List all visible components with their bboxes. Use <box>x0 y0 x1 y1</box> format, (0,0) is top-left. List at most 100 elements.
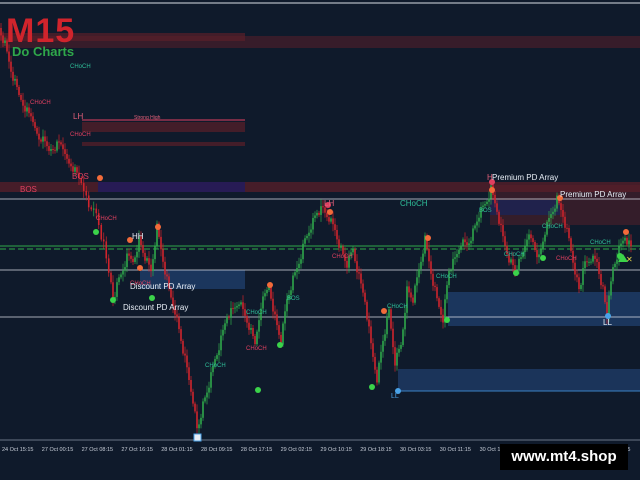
candle-body <box>630 240 632 247</box>
candle-body <box>192 391 194 404</box>
candle-body <box>40 139 42 142</box>
candle-body <box>274 311 276 315</box>
candle-body <box>622 240 624 244</box>
swing-high-dot <box>425 235 431 241</box>
candle-body <box>232 308 234 310</box>
candle-body <box>90 207 93 210</box>
candle-body <box>454 257 456 259</box>
candle-body <box>316 212 318 216</box>
candle-body <box>58 141 60 143</box>
candle-body <box>386 316 388 335</box>
candle-body <box>248 322 250 330</box>
candle-body <box>204 397 206 402</box>
candle-body <box>118 277 120 283</box>
candle-body <box>388 309 390 317</box>
premium-zone <box>82 142 245 146</box>
x-tick-label: 29 Oct 02:15 <box>281 447 313 453</box>
premium-zone <box>82 122 245 132</box>
candle-body <box>236 306 238 308</box>
candle-body <box>64 149 66 154</box>
candle-body <box>206 392 208 398</box>
candle-body <box>46 141 48 147</box>
candle-body <box>308 232 310 236</box>
candle-body <box>256 331 258 345</box>
candle-body <box>374 356 376 370</box>
candle-body <box>200 417 202 425</box>
candle-body <box>18 86 20 95</box>
candle-body <box>50 149 52 151</box>
x-tick-label: 27 Oct 16:15 <box>121 447 152 453</box>
candle-body <box>430 261 432 274</box>
candle-body <box>582 268 584 285</box>
candle-body <box>560 203 562 210</box>
candle-body <box>210 372 212 388</box>
candle-body <box>550 214 552 218</box>
shop-link[interactable]: www.mt4.shop <box>500 444 628 470</box>
candle-body <box>602 285 604 287</box>
x-tick-label: 24 Oct 15:15 <box>2 447 34 453</box>
candle-body <box>502 225 504 237</box>
candle-body <box>148 258 150 265</box>
x-tick-label: 30 Oct 03:15 <box>400 447 432 453</box>
candle-body <box>478 217 480 222</box>
bos-label: BOS <box>479 208 492 214</box>
candle-body <box>220 335 222 351</box>
candle-body <box>22 99 24 106</box>
swing-low-dot <box>110 297 116 303</box>
premium-zone-core <box>490 200 560 215</box>
candle-body <box>394 347 396 366</box>
candle-body <box>186 355 188 368</box>
x-tick-label: 27 Oct 08:15 <box>82 447 114 453</box>
candle-body <box>402 329 404 345</box>
candle-body <box>266 290 268 294</box>
candle-body <box>626 237 628 245</box>
candle-body <box>482 205 484 208</box>
candle-body <box>334 224 336 230</box>
candle-body <box>598 262 600 275</box>
candle-body <box>592 255 594 262</box>
swing-high-dot <box>623 229 629 235</box>
premium-pd-array-label: Premium PD Array <box>560 190 626 199</box>
candle-body <box>408 286 410 293</box>
candle-body <box>302 243 304 260</box>
candle-body <box>586 261 588 263</box>
candle-body <box>460 245 462 250</box>
candle-body <box>318 212 320 215</box>
candle-body <box>566 227 568 229</box>
candle-body <box>252 328 254 337</box>
candle-body <box>368 319 370 327</box>
candle-body <box>120 274 122 278</box>
candle-body <box>500 223 502 226</box>
low-marker <box>193 433 202 442</box>
candle-body <box>576 274 578 278</box>
candle-body <box>62 144 64 150</box>
swing-low-dot <box>277 342 283 348</box>
candle-body <box>380 351 382 363</box>
candle-body <box>152 259 154 272</box>
candle-body <box>100 225 103 240</box>
price-marker: ✕ <box>626 255 633 264</box>
swing-low-dot <box>540 255 546 261</box>
discount-pd-array-label: Discount PD Array <box>130 282 195 291</box>
candle-body <box>568 228 570 239</box>
candle-body <box>610 281 612 296</box>
candle-body <box>420 261 422 270</box>
candle-body <box>194 403 196 412</box>
choch-label: CHoCH <box>590 240 611 246</box>
candle-body <box>474 225 476 229</box>
candle-body <box>208 387 210 393</box>
candle-body <box>30 113 32 117</box>
choch-label: CHoCH <box>246 346 267 352</box>
candle-body <box>476 221 478 226</box>
candle-body <box>226 316 228 324</box>
candle-body <box>532 238 534 242</box>
candle-body <box>514 265 516 271</box>
candle-body <box>70 163 72 167</box>
candle-body <box>330 218 332 222</box>
x-tick-label: 28 Oct 17:15 <box>241 447 272 453</box>
candle-body <box>85 190 88 196</box>
swing-low-dot <box>369 384 375 390</box>
candle-body <box>20 95 22 100</box>
candle-body <box>228 316 230 318</box>
premium-zone-core <box>98 182 245 192</box>
